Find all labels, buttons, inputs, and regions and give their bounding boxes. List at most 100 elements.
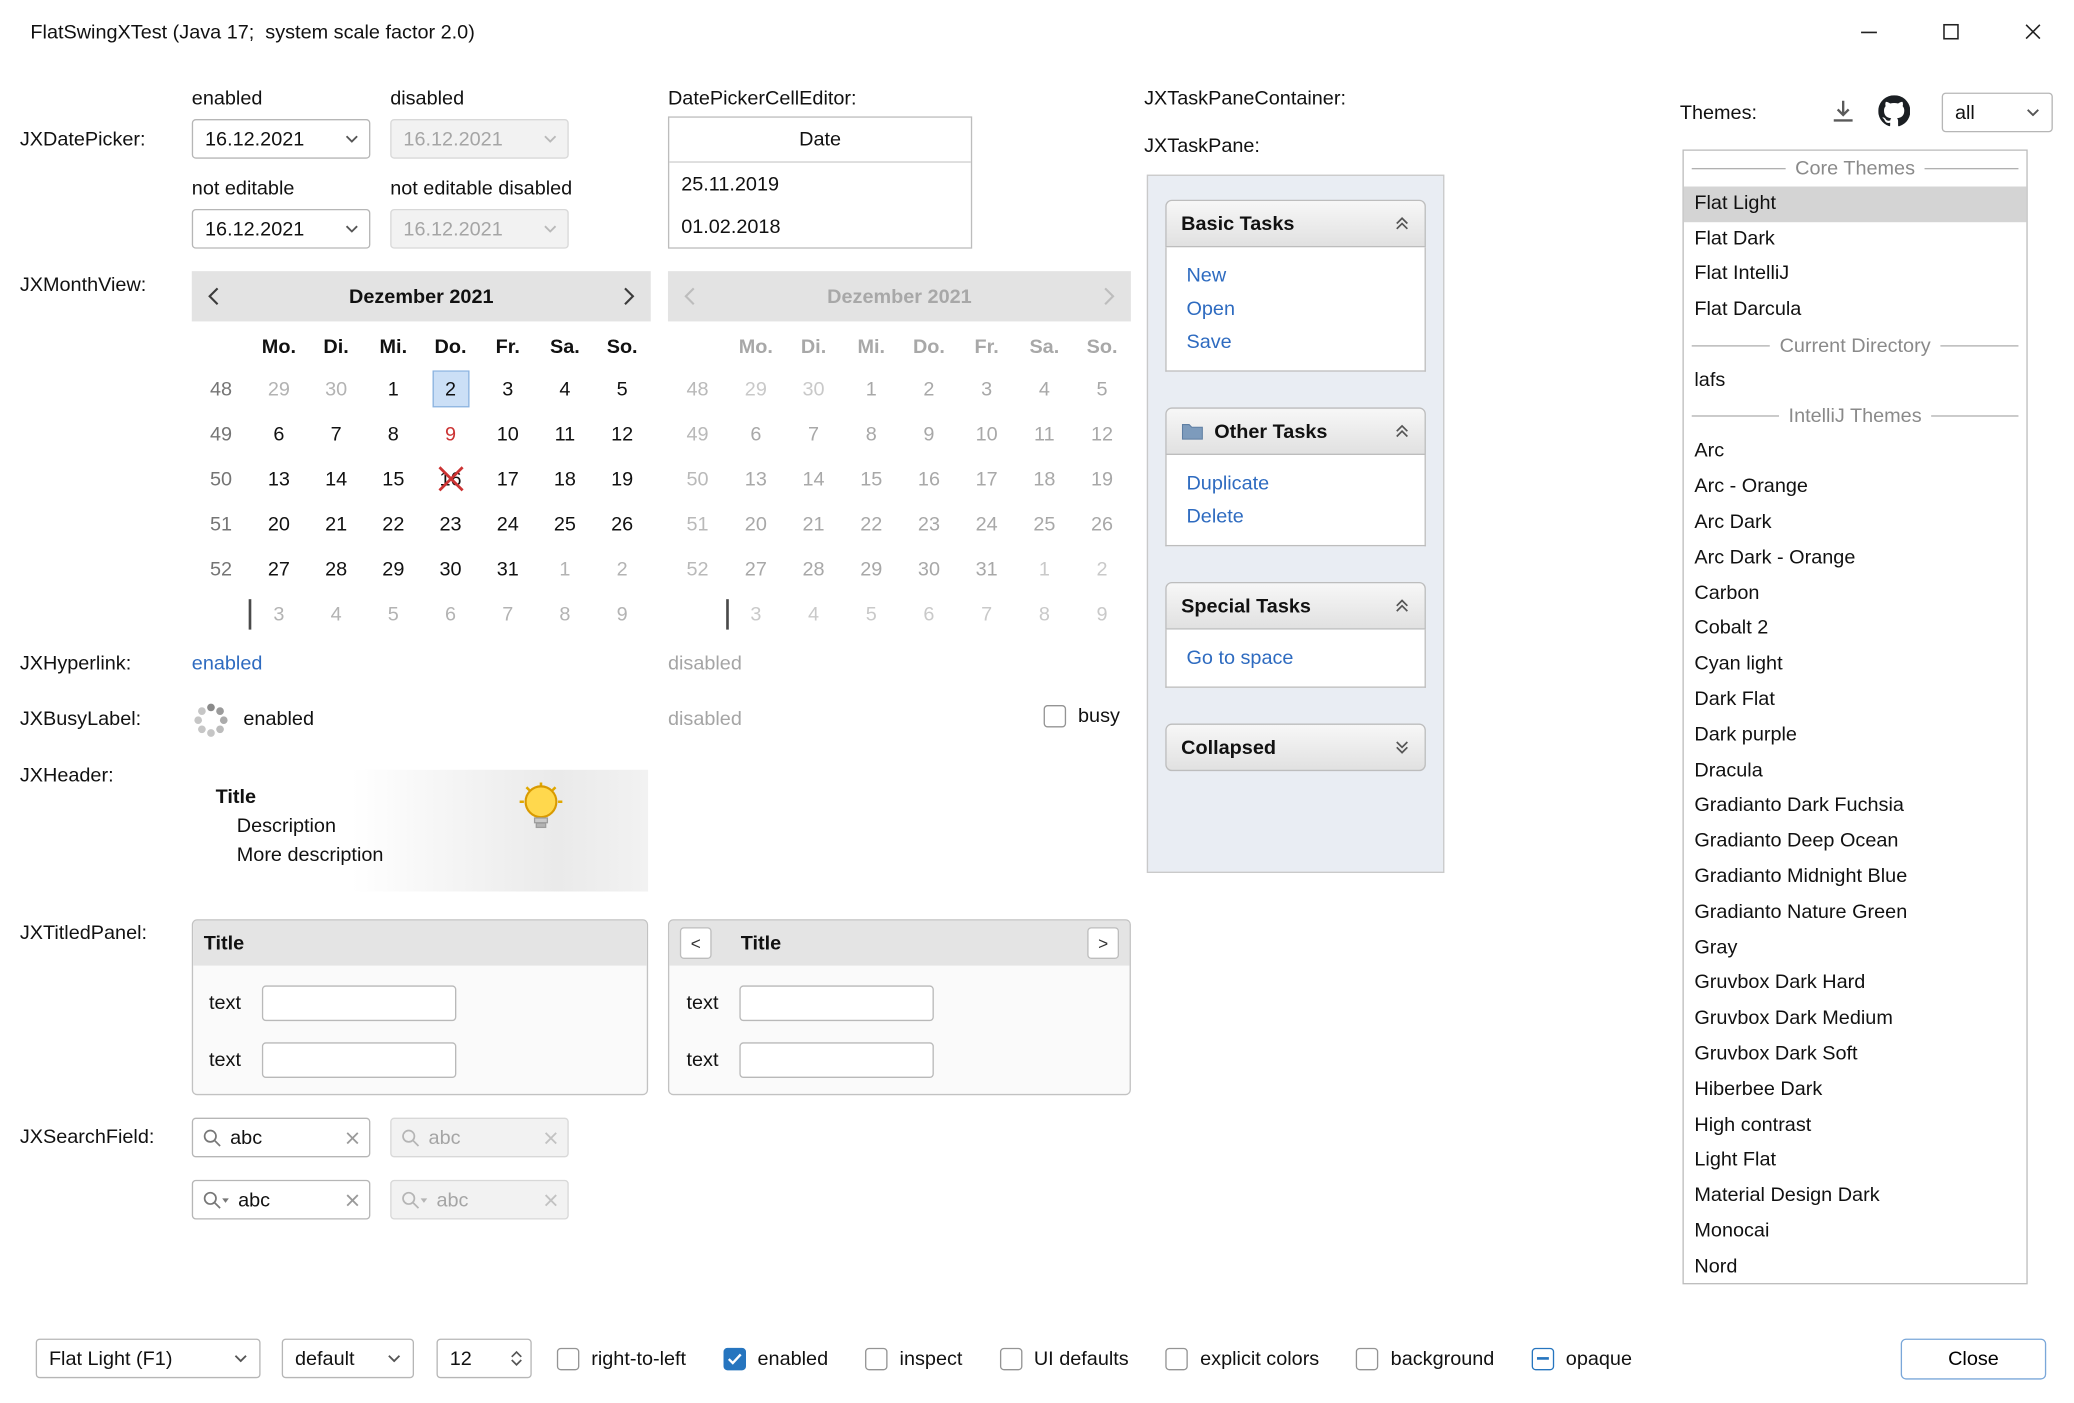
theme-list-item[interactable]: Gruvbox Dark Medium xyxy=(1684,1001,2027,1036)
checkbox-box[interactable] xyxy=(557,1347,579,1369)
day-cell[interactable]: 19 xyxy=(594,460,651,497)
taskpane-header[interactable]: Collapsed xyxy=(1165,724,1426,772)
day-cell[interactable]: 2 xyxy=(422,370,479,407)
day-cell[interactable]: 4 xyxy=(308,595,365,632)
taskpane-link[interactable]: New xyxy=(1186,265,1404,287)
day-cell[interactable]: 28 xyxy=(308,550,365,587)
day-cell[interactable]: 24 xyxy=(479,505,536,542)
day-cell[interactable]: 15 xyxy=(365,460,422,497)
day-cell[interactable]: 3 xyxy=(479,370,536,407)
theme-list-item[interactable]: Arc Dark - Orange xyxy=(1684,541,2027,576)
day-cell[interactable]: 29 xyxy=(365,550,422,587)
theme-list-item[interactable]: Gruvbox Dark Soft xyxy=(1684,1037,2027,1072)
chevron-down-icon[interactable] xyxy=(335,120,369,157)
day-cell[interactable]: 17 xyxy=(479,460,536,497)
theme-list-item[interactable]: Dark Flat xyxy=(1684,682,2027,717)
day-cell[interactable]: 3 xyxy=(250,595,307,632)
day-cell[interactable]: 7 xyxy=(479,595,536,632)
theme-list-item[interactable]: Gray xyxy=(1684,931,2027,966)
checkbox-box[interactable] xyxy=(1044,705,1066,727)
day-cell[interactable]: 1 xyxy=(536,550,593,587)
day-cell[interactable]: 27 xyxy=(250,550,307,587)
search-value[interactable]: abc xyxy=(238,1188,337,1210)
checkbox-opaque[interactable]: opaque xyxy=(1531,1347,1632,1369)
search-menu-icon[interactable] xyxy=(202,1190,230,1210)
day-cell[interactable]: 30 xyxy=(422,550,479,587)
checkbox-right-to-left[interactable]: right-to-left xyxy=(557,1347,686,1369)
day-cell[interactable]: 14 xyxy=(308,460,365,497)
theme-list-item[interactable]: lafs xyxy=(1684,363,2027,398)
day-cell[interactable]: 12 xyxy=(594,415,651,452)
checkbox-box[interactable] xyxy=(1166,1347,1188,1369)
font-size-spinner[interactable]: 12 xyxy=(436,1339,531,1379)
day-cell[interactable]: 1 xyxy=(365,370,422,407)
day-cell[interactable]: 6 xyxy=(422,595,479,632)
day-cell[interactable]: 5 xyxy=(594,370,651,407)
collapse-icon[interactable] xyxy=(1394,598,1410,614)
day-cell[interactable]: 2 xyxy=(594,550,651,587)
text-input[interactable] xyxy=(739,1042,933,1078)
taskpane-link[interactable]: Save xyxy=(1186,331,1404,353)
day-cell[interactable]: 23 xyxy=(422,505,479,542)
day-cell[interactable]: 26 xyxy=(594,505,651,542)
taskpane-header[interactable]: Basic Tasks xyxy=(1165,200,1426,248)
theme-list-item[interactable]: Dark purple xyxy=(1684,718,2027,753)
minimize-button[interactable] xyxy=(1828,0,1910,63)
search-field-with-menu[interactable]: abc xyxy=(192,1180,371,1220)
theme-list-item[interactable]: Hiberbee Dark xyxy=(1684,1072,2027,1107)
theme-list-item[interactable]: Cyan light xyxy=(1684,647,2027,682)
hyperlink-enabled[interactable]: enabled xyxy=(192,652,263,674)
taskpane-header[interactable]: Other Tasks xyxy=(1165,407,1426,455)
taskpane-link[interactable]: Duplicate xyxy=(1186,472,1404,494)
taskpane-link[interactable]: Open xyxy=(1186,298,1404,320)
close-dialog-button[interactable]: Close xyxy=(1901,1339,2046,1380)
theme-list-item[interactable]: Light Flat xyxy=(1684,1143,2027,1178)
theme-list-item[interactable]: Monocai xyxy=(1684,1214,2027,1249)
theme-list-item[interactable]: Gradianto Midnight Blue xyxy=(1684,860,2027,895)
text-input[interactable] xyxy=(262,1042,456,1078)
day-cell[interactable]: 9 xyxy=(422,415,479,452)
theme-list-item[interactable]: Arc - Orange xyxy=(1684,470,2027,505)
day-cell[interactable]: 13 xyxy=(250,460,307,497)
close-button[interactable] xyxy=(1992,0,2074,63)
table-row[interactable]: 01.02.2018 xyxy=(669,205,971,247)
day-cell[interactable]: 30 xyxy=(308,370,365,407)
table-row[interactable]: 25.11.2019 xyxy=(669,163,971,205)
theme-list-item[interactable]: Gruvbox Dark Hard xyxy=(1684,966,2027,1001)
date-column-header[interactable]: Date xyxy=(669,118,971,163)
download-icon[interactable] xyxy=(1831,99,1856,124)
github-icon[interactable] xyxy=(1878,95,1910,127)
chevron-down-icon[interactable] xyxy=(335,210,369,247)
checkbox-enabled[interactable]: enabled xyxy=(723,1347,828,1369)
search-value[interactable]: abc xyxy=(230,1126,337,1148)
day-cell[interactable]: 8 xyxy=(365,415,422,452)
font-combo[interactable]: default xyxy=(282,1339,414,1379)
collapse-icon[interactable] xyxy=(1394,216,1410,232)
theme-list-item[interactable]: Flat Light xyxy=(1684,186,2027,221)
checkbox-box[interactable] xyxy=(999,1347,1021,1369)
theme-list-item[interactable]: Flat Dark xyxy=(1684,222,2027,257)
day-cell[interactable]: 22 xyxy=(365,505,422,542)
day-cell[interactable]: 8 xyxy=(536,595,593,632)
checkbox-busy[interactable]: busy xyxy=(1044,705,1120,727)
checkbox-ui-defaults[interactable]: UI defaults xyxy=(999,1347,1128,1369)
theme-list-item[interactable]: Arc Dark xyxy=(1684,505,2027,540)
theme-list-item[interactable]: Gradianto Dark Fuchsia xyxy=(1684,789,2027,824)
datepicker-enabled[interactable]: 16.12.2021 xyxy=(192,119,371,159)
collapse-icon[interactable] xyxy=(1394,423,1410,439)
checkbox-box[interactable] xyxy=(1356,1347,1378,1369)
day-cell[interactable]: 20 xyxy=(250,505,307,542)
day-cell[interactable]: 6 xyxy=(250,415,307,452)
theme-list-item[interactable]: Flat IntelliJ xyxy=(1684,257,2027,292)
day-cell[interactable]: 21 xyxy=(308,505,365,542)
spinner-down-icon[interactable] xyxy=(510,1358,522,1366)
checkbox-inspect[interactable]: inspect xyxy=(865,1347,962,1369)
maximize-button[interactable] xyxy=(1910,0,1992,63)
themes-filter-combo[interactable]: all xyxy=(1942,93,2053,133)
day-cell[interactable]: 5 xyxy=(365,595,422,632)
day-cell[interactable]: 18 xyxy=(536,460,593,497)
laf-combo[interactable]: Flat Light (F1) xyxy=(36,1339,261,1379)
day-cell[interactable]: 7 xyxy=(308,415,365,452)
checkbox-background[interactable]: background xyxy=(1356,1347,1494,1369)
theme-list-item[interactable]: Dracula xyxy=(1684,753,2027,788)
